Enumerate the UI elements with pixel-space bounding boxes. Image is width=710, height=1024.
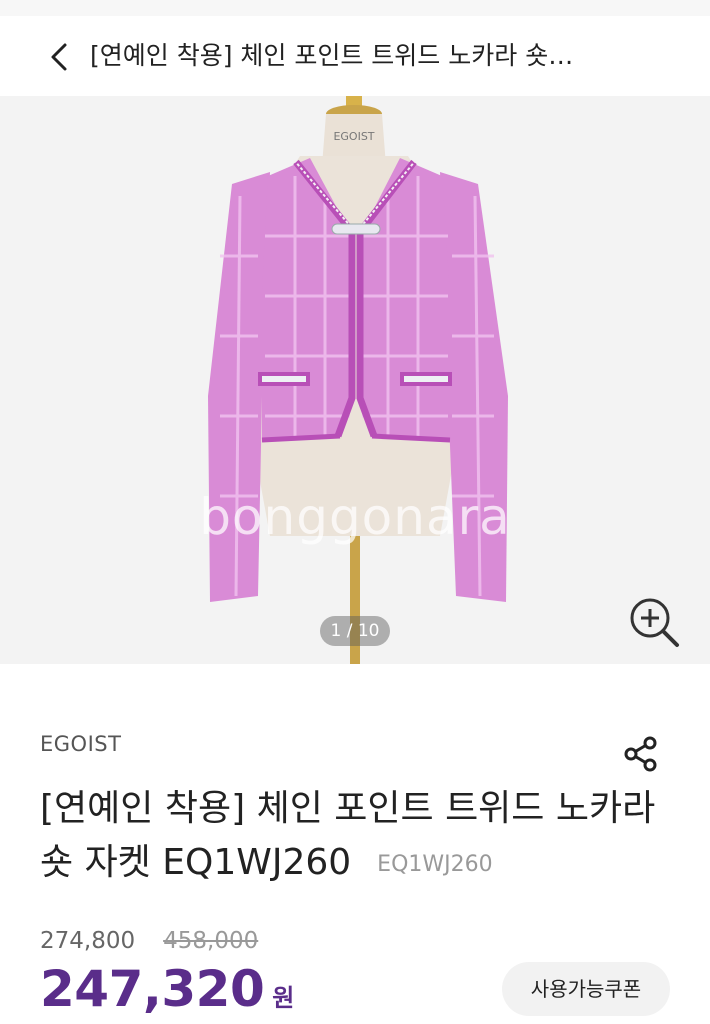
reference-price: 274,800 [40,928,136,954]
brand-name[interactable]: EGOIST [40,732,121,756]
zoom-button[interactable] [628,596,682,650]
available-coupon-button[interactable]: 사용가능쿠폰 [502,962,670,1016]
original-price: 458,000 [163,928,259,954]
back-button[interactable] [40,38,78,76]
sale-price: 247,320 원 [40,960,294,1018]
product-image-gallery[interactable]: EGOIST bonggonara 1 / 10 [0,96,710,664]
sale-price-value: 247,320 [40,960,265,1018]
chevron-left-icon [51,43,67,71]
zoom-in-icon [630,598,679,647]
top-strip [0,0,710,17]
image-counter: 1 / 10 [320,616,390,646]
mannequin-label: EGOIST [333,130,374,143]
price-reference-row: 274,800 458,000 [40,928,258,954]
header-title: [연예인 착용] 체인 포인트 트위드 노카라 숏… [90,41,574,70]
app-header: [연예인 착용] 체인 포인트 트위드 노카라 숏… [0,16,710,96]
product-name-text: [연예인 착용] 체인 포인트 트위드 노카라 숏 자켓 EQ1WJ260 [40,788,656,883]
product-title: [연예인 착용] 체인 포인트 트위드 노카라 숏 자켓 EQ1WJ260 EQ1… [40,782,680,892]
product-photo: EGOIST [0,96,710,664]
share-icon [624,736,657,772]
product-code: EQ1WJ260 [377,852,493,877]
currency-unit: 원 [272,984,294,1012]
share-button[interactable] [622,734,662,774]
